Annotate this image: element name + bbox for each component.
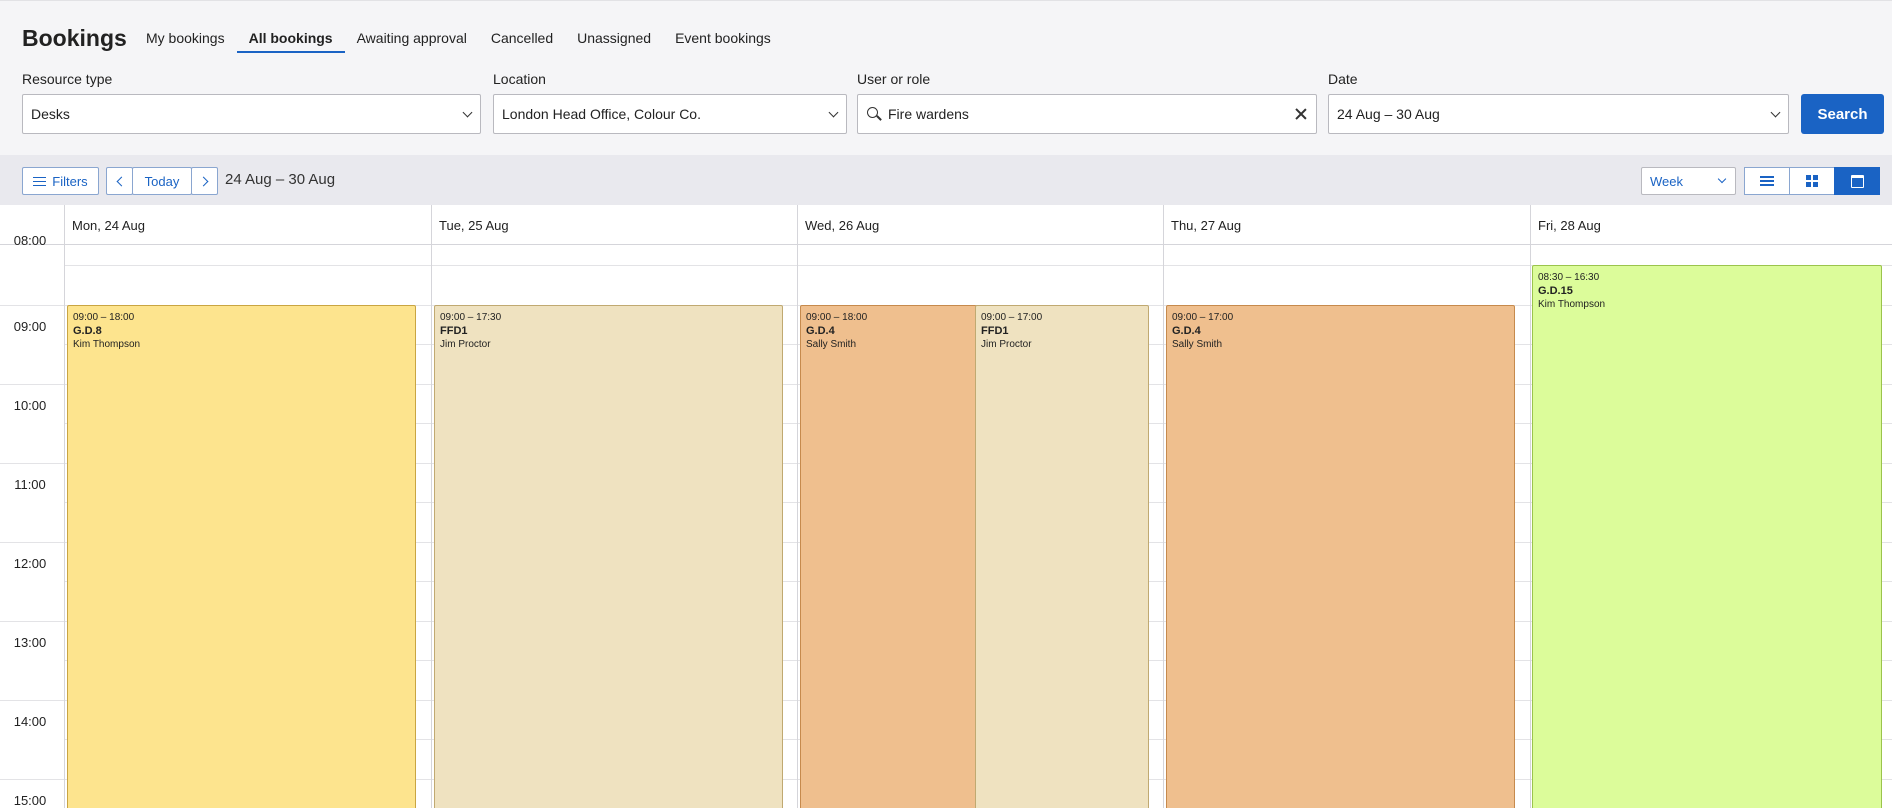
time-label: 09:00: [13, 319, 47, 334]
calendar-icon: [1850, 174, 1864, 188]
filters-button[interactable]: Filters: [22, 167, 99, 195]
chevron-right-icon: [198, 176, 208, 186]
event-time: 09:00 – 17:30: [440, 312, 502, 323]
event-user: Sally Smith: [806, 339, 857, 350]
event-user: Jim Proctor: [981, 339, 1032, 350]
week-calendar: Mon, 24 Aug Tue, 25 Aug Wed, 26 Aug Thu,…: [0, 205, 1892, 808]
column-divider: [64, 245, 65, 808]
user-or-role-label: User or role: [857, 71, 931, 87]
resource-type-value: Desks: [31, 106, 70, 122]
event-resource: G.D.4: [806, 325, 835, 337]
time-label: 15:00: [13, 793, 47, 808]
day-headers: Mon, 24 Aug Tue, 25 Aug Wed, 26 Aug Thu,…: [0, 205, 1892, 245]
today-button[interactable]: Today: [132, 167, 192, 195]
event-time: 09:00 – 18:00: [806, 312, 868, 323]
booking-event[interactable]: 09:00 – 17:30 FFD1 Jim Proctor: [434, 305, 783, 808]
tab-unassigned[interactable]: Unassigned: [565, 28, 663, 51]
location-label: Location: [493, 71, 546, 87]
resource-type-select[interactable]: Desks: [22, 94, 481, 134]
chevron-down-icon: [1717, 176, 1727, 186]
tab-all-bookings[interactable]: All bookings: [236, 28, 345, 53]
view-toggle: [1744, 167, 1880, 195]
booking-event[interactable]: 09:00 – 17:00 G.D.4 Sally Smith: [1166, 305, 1515, 808]
column-divider: [431, 245, 432, 808]
calendar-view-button[interactable]: [1834, 167, 1880, 195]
view-period-value: Week: [1650, 173, 1683, 189]
day-header: Tue, 25 Aug: [431, 205, 797, 245]
time-label: 13:00: [13, 635, 47, 650]
page-title: Bookings: [22, 25, 127, 51]
event-time: 09:00 – 18:00: [73, 312, 135, 323]
next-week-button[interactable]: [191, 167, 218, 195]
event-time: 09:00 – 17:00: [981, 312, 1043, 323]
time-grid: 08:00 09:00 10:00 11:00 12:00 13:00 14:0…: [0, 236, 1892, 808]
time-label: 11:00: [14, 477, 46, 492]
booking-event[interactable]: 09:00 – 17:00 FFD1 Jim Proctor: [975, 305, 1149, 808]
tab-my-bookings[interactable]: My bookings: [134, 28, 237, 51]
previous-week-button[interactable]: [106, 167, 133, 195]
current-range: 24 Aug – 30 Aug: [225, 171, 336, 188]
chevron-left-icon: [116, 176, 126, 186]
chevron-down-icon: [1770, 109, 1780, 119]
day-header: Fri, 28 Aug: [1530, 205, 1892, 245]
event-resource: FFD1: [981, 325, 1009, 337]
location-value: London Head Office, Colour Co.: [502, 106, 701, 122]
event-time: 09:00 – 17:00: [1172, 312, 1234, 323]
view-period-select[interactable]: Week: [1641, 167, 1736, 195]
column-divider: [1163, 245, 1164, 808]
chevron-down-icon: [462, 109, 472, 119]
tab-event-bookings[interactable]: Event bookings: [663, 28, 783, 51]
calendar-toolbar: Filters Today 24 Aug – 30 Aug Week: [0, 155, 1892, 205]
tab-cancelled[interactable]: Cancelled: [479, 28, 565, 51]
day-header: Wed, 26 Aug: [797, 205, 1163, 245]
search-icon: [866, 106, 882, 122]
column-divider: [1530, 245, 1531, 808]
location-select[interactable]: London Head Office, Colour Co.: [493, 94, 847, 134]
clear-icon[interactable]: [1294, 107, 1308, 121]
grid-icon: [1806, 175, 1818, 187]
event-resource: FFD1: [440, 325, 468, 337]
day-header: Mon, 24 Aug: [64, 205, 431, 245]
event-resource: G.D.15: [1538, 285, 1573, 297]
list-icon: [1760, 176, 1774, 186]
filters-button-label: Filters: [52, 173, 88, 189]
event-resource: G.D.8: [73, 325, 102, 337]
grid-view-button[interactable]: [1789, 167, 1835, 195]
event-resource: G.D.4: [1172, 325, 1201, 337]
event-time: 08:30 – 16:30: [1538, 272, 1600, 283]
page-header: Bookings My bookings All bookings Awaiti…: [0, 1, 1892, 155]
time-label: 12:00: [13, 556, 47, 571]
time-label: 14:00: [13, 714, 47, 729]
search-button[interactable]: Search: [1801, 94, 1884, 134]
event-user: Kim Thompson: [73, 339, 141, 350]
time-label: 08:00: [13, 236, 47, 246]
list-view-button[interactable]: [1744, 167, 1790, 195]
chevron-down-icon: [828, 109, 838, 119]
booking-event[interactable]: 09:00 – 18:00 G.D.4 Sally Smith: [800, 305, 977, 808]
filters-icon: [33, 176, 47, 187]
day-header: Thu, 27 Aug: [1163, 205, 1530, 245]
date-value: 24 Aug – 30 Aug: [1337, 106, 1440, 122]
date-label: Date: [1328, 71, 1358, 87]
event-user: Sally Smith: [1172, 339, 1223, 350]
resource-type-label: Resource type: [22, 71, 113, 87]
date-select[interactable]: 24 Aug – 30 Aug: [1328, 94, 1789, 134]
booking-tabs: My bookings All bookings Awaiting approv…: [134, 28, 783, 53]
user-or-role-value: Fire wardens: [888, 106, 969, 122]
booking-event[interactable]: 08:30 – 16:30 G.D.15 Kim Thompson: [1532, 265, 1882, 808]
event-user: Kim Thompson: [1538, 299, 1606, 310]
column-divider: [797, 245, 798, 808]
tab-awaiting-approval[interactable]: Awaiting approval: [345, 28, 479, 51]
time-label: 10:00: [13, 398, 47, 413]
booking-event[interactable]: 09:00 – 18:00 G.D.8 Kim Thompson: [67, 305, 416, 808]
user-or-role-input[interactable]: Fire wardens: [857, 94, 1317, 134]
event-user: Jim Proctor: [440, 339, 491, 350]
